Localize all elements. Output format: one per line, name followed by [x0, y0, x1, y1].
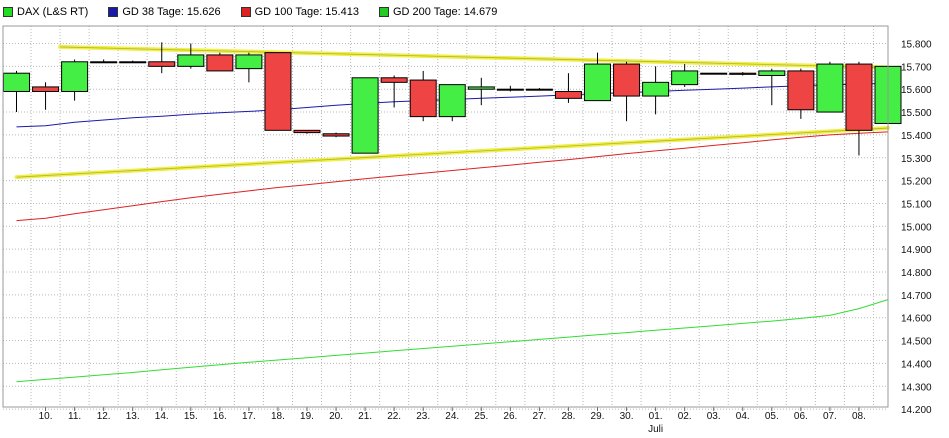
x-tick-label: 10. [39, 411, 53, 422]
x-tick-label: 25. [474, 411, 488, 422]
x-tick-label: 20. [329, 411, 343, 422]
y-tick-label: 15.500 [901, 108, 932, 119]
y-tick-label: 14.600 [901, 314, 932, 325]
x-tick-label: 30. [620, 411, 634, 422]
x-tick-label: 26. [503, 411, 517, 422]
candle-body [293, 129, 321, 134]
candle [438, 84, 466, 122]
x-tick-label: 02. [678, 411, 692, 422]
candle-body [642, 81, 670, 97]
candle-body [496, 88, 524, 91]
x-tick-label: 18. [271, 411, 285, 422]
x-tick-label: 05. [765, 411, 779, 422]
x-tick-label: 29. [591, 411, 605, 422]
x-tick-label: 01. [649, 411, 663, 422]
y-tick-label: 15.600 [901, 85, 932, 96]
candle-body [584, 63, 611, 102]
candle-body [264, 52, 292, 131]
candle-body [322, 133, 350, 137]
candle-body [613, 63, 641, 97]
x-tick-label: 28. [561, 411, 575, 422]
candle-body [409, 79, 437, 118]
candle [322, 132, 350, 138]
candle-body [90, 61, 118, 64]
plot-area [3, 26, 888, 407]
x-tick-label: 04. [736, 411, 750, 422]
y-tick-label: 15.300 [901, 154, 932, 165]
candle-body [177, 54, 205, 67]
candle-body [32, 86, 60, 92]
x-tick-label: 22. [387, 411, 401, 422]
candle-body [729, 72, 757, 75]
candle-body [235, 54, 263, 70]
y-tick-label: 15.800 [901, 40, 932, 51]
x-tick-label: 16. [213, 411, 227, 422]
x-tick-label: 17. [242, 411, 256, 422]
candle-body [787, 70, 815, 111]
candle-body [3, 72, 30, 92]
x-month-label: Juli [648, 424, 663, 435]
x-tick-label: 08. [852, 411, 866, 422]
x-tick-label: 23. [416, 411, 430, 422]
x-tick-label: 21. [358, 411, 372, 422]
x-tick-label: 19. [300, 411, 314, 422]
candle [816, 61, 844, 113]
candle-body [351, 77, 379, 154]
candle-body [61, 61, 89, 92]
x-tick-label: 03. [707, 411, 721, 422]
candle-body [758, 70, 786, 76]
x-tick-label: 07. [823, 411, 837, 422]
y-tick-label: 15.200 [901, 177, 932, 188]
y-tick-label: 14.700 [901, 291, 932, 302]
y-tick-label: 14.900 [901, 245, 932, 256]
x-tick-label: 11. [68, 411, 81, 422]
y-tick-label: 15.700 [901, 62, 932, 73]
x-tick-label: 06. [794, 411, 808, 422]
candle-body [438, 84, 466, 118]
candle [206, 52, 234, 72]
x-tick-label: 14. [155, 411, 169, 422]
candle-body [671, 70, 699, 86]
candle [264, 52, 292, 131]
candle-body [380, 77, 408, 83]
y-tick-label: 15.400 [901, 131, 932, 142]
candle-body [467, 86, 495, 90]
y-tick-label: 14.400 [901, 359, 932, 370]
candle [700, 72, 728, 75]
y-tick-label: 14.800 [901, 268, 932, 279]
y-tick-label: 14.200 [901, 405, 932, 416]
y-tick-label: 14.300 [901, 382, 932, 393]
candle [351, 77, 379, 154]
candle-body [148, 61, 176, 67]
y-tick-label: 15.100 [901, 199, 932, 210]
candle-body [119, 61, 147, 64]
candle-body [554, 90, 582, 99]
candle-body [845, 63, 873, 131]
x-tick-label: 24. [445, 411, 459, 422]
x-tick-label: 12. [97, 411, 111, 422]
y-tick-label: 14.500 [901, 337, 932, 348]
candle-body [816, 63, 844, 113]
x-tick-label: 27. [532, 411, 546, 422]
y-tick-label: 15.000 [901, 222, 932, 233]
candle-body [206, 54, 234, 72]
x-tick-label: 13. [126, 411, 140, 422]
candle-body [700, 72, 728, 75]
x-tick-label: 15. [184, 411, 198, 422]
candle-body [525, 88, 553, 91]
dax-candlestick-chart: 15.80015.70015.60015.50015.40015.30015.2… [2, 25, 932, 435]
